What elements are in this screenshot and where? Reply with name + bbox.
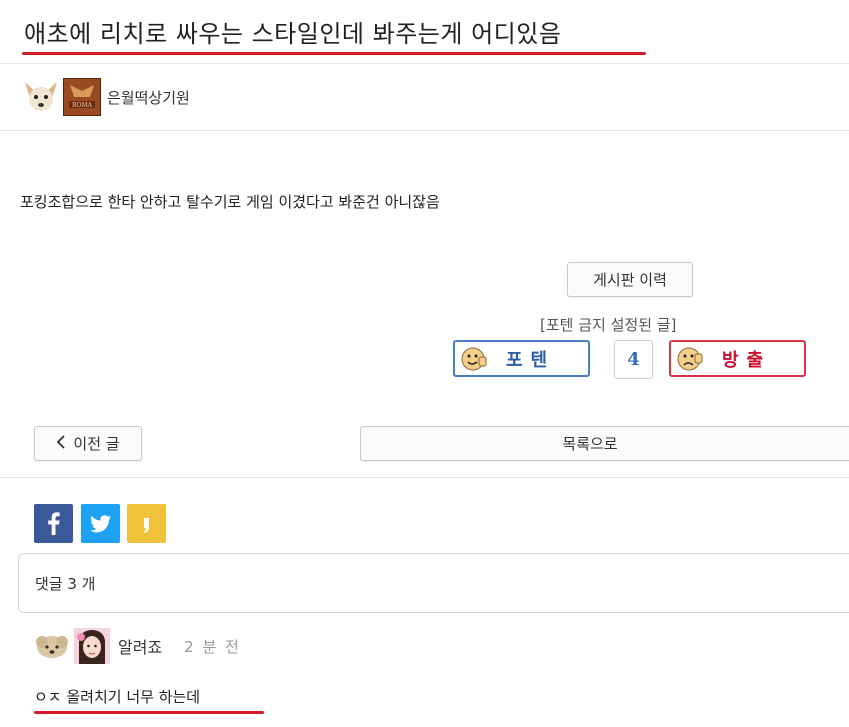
prev-post-button[interactable]: 이전 글 [34,426,142,461]
title-highlight-underline [22,52,646,55]
facebook-share-button[interactable] [34,504,73,543]
eject-vote-button[interactable]: 방출 [669,340,806,377]
vote-count: 4 [614,340,653,379]
board-history-button[interactable]: 게시판 이력 [567,262,693,297]
post-title-area: 애초에 리치로 싸우는 스타일인데 봐주는게 어디있음 [22,14,646,55]
back-to-list-button[interactable]: 목록으로 [360,426,849,461]
comment-count-box: 댓글 3 개 [18,553,849,613]
girl-avatar-icon [74,628,110,664]
roma-badge-text: ROMA [72,102,93,109]
potent-vote-label: 포텐 [506,349,556,371]
post-body: 포킹조합으로 한타 안하고 탈수기로 게임 이겼다고 봐준건 아니잖음 [20,193,440,211]
divider [0,63,849,64]
comment-text: ㅇㅈ 올려치기 너무 하는데 [34,688,201,706]
comment-highlight-underline [34,711,264,714]
comment-author-name[interactable]: 알려죠 [118,634,162,658]
twitter-share-button[interactable] [81,504,120,543]
divider [0,130,849,131]
post-author[interactable]: ROMA 은월떡상기원 [22,78,190,116]
roma-badge-icon: ROMA [63,78,101,116]
thumbs-down-face-icon [676,345,704,373]
comment-author-row: 알려죠 2 분 전 [34,628,241,664]
poodle-avatar-icon [34,628,70,664]
chevron-left-icon [56,434,66,453]
kakaostory-share-button[interactable] [127,504,166,543]
potent-banned-label: [포텐 금지 설정된 글] [540,316,677,334]
eject-vote-label: 방출 [722,349,772,371]
comment-timestamp: 2 분 전 [184,637,241,656]
author-name[interactable]: 은월떡상기원 [107,87,190,108]
divider [0,477,849,478]
twitter-icon [90,515,111,533]
post-title: 애초에 리치로 싸우는 스타일인데 봐주는게 어디있음 [24,20,562,48]
thumbs-up-face-icon [460,345,488,373]
dog-avatar-icon [22,78,60,116]
facebook-icon [48,512,60,535]
potent-vote-button[interactable]: 포텐 [453,340,590,377]
comment-count: 댓글 3 개 [35,575,96,593]
kakaostory-icon [143,518,149,533]
prev-post-label: 이전 글 [73,435,120,453]
